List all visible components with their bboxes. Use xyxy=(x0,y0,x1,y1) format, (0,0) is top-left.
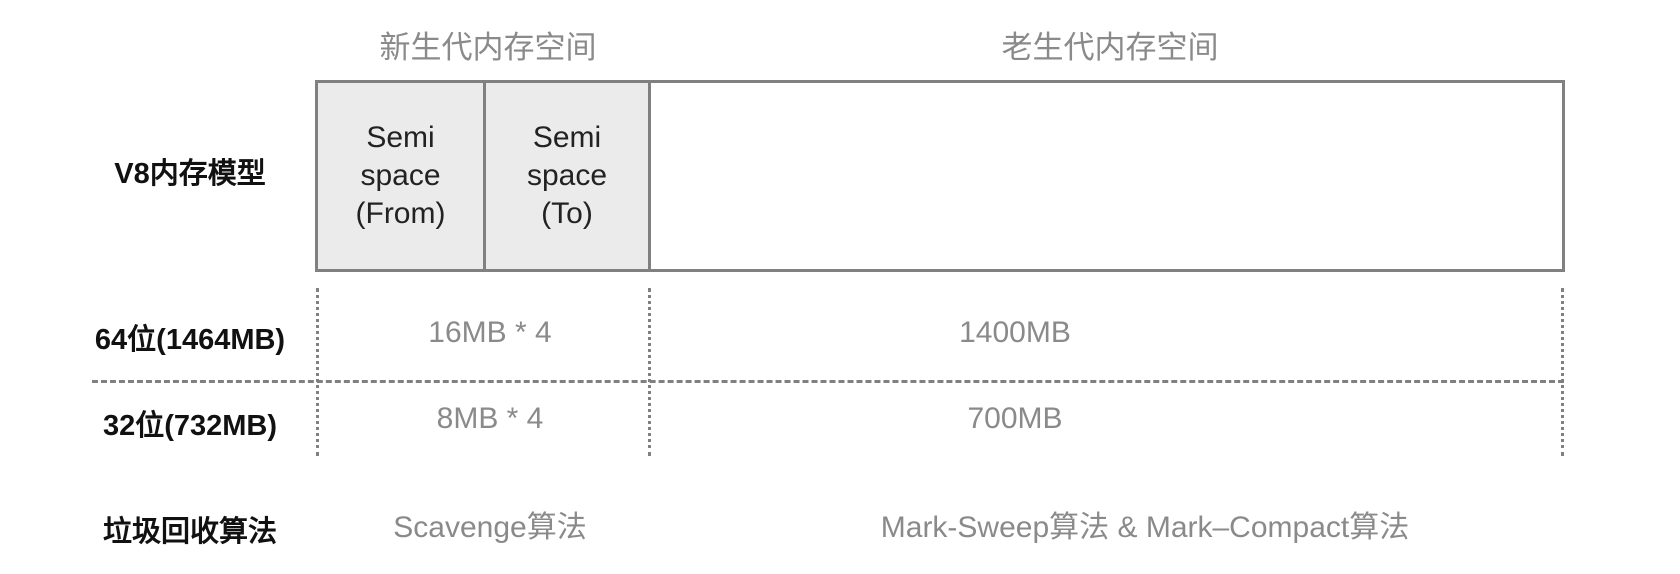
semispace-from-line1: Semi xyxy=(366,121,435,154)
x32-old-size: 700MB xyxy=(967,402,1063,435)
old-gc-algorithm: Mark-Sweep算法 & Mark–Compact算法 xyxy=(880,511,1410,544)
x64-row-label: 64位(1464MB) xyxy=(94,324,286,356)
left-dotted-guide xyxy=(316,288,319,456)
semispace-to-line2: space xyxy=(526,159,608,192)
semispace-from-line3: (From) xyxy=(355,197,446,230)
semispace-from: Semi space (From) xyxy=(315,80,486,272)
x32-young-size: 8MB * 4 xyxy=(436,402,544,435)
row-separator-dashed xyxy=(92,380,1564,383)
right-dotted-guide xyxy=(1561,288,1564,456)
semispace-to-line1: Semi xyxy=(532,121,602,154)
x64-young-size: 16MB * 4 xyxy=(428,316,552,349)
semispace-from-line2: space xyxy=(360,159,441,192)
old-generation-header: 老生代内存空间 xyxy=(1001,30,1219,65)
young-generation-header: 新生代内存空间 xyxy=(379,30,597,65)
x32-row-label: 32位(732MB) xyxy=(102,410,278,442)
middle-dotted-guide xyxy=(648,288,651,456)
semispace-to-line3: (To) xyxy=(541,197,593,230)
v8-memory-model-label: V8内存模型 xyxy=(114,158,266,190)
x64-old-size: 1400MB xyxy=(959,316,1071,349)
gc-algorithm-label: 垃圾回收算法 xyxy=(102,516,277,548)
young-gc-algorithm: Scavenge算法 xyxy=(393,511,587,544)
semispace-to: Semi space (To) xyxy=(483,80,651,272)
